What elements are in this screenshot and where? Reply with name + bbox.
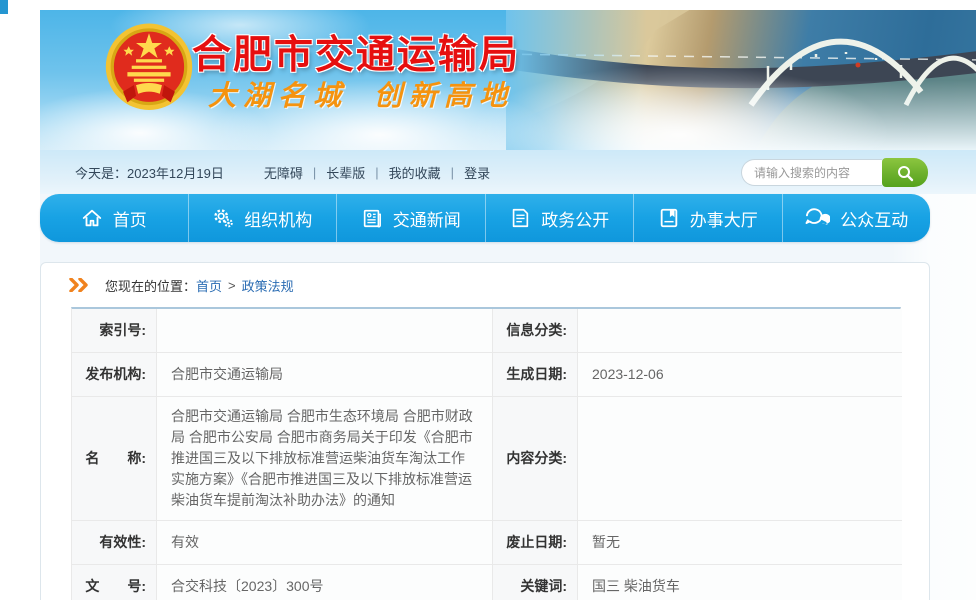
site-title: 合肥市交通运输局: [192, 24, 520, 80]
field-value-title: 合肥市交通运输局 合肥市生态环境局 合肥市财政局 合肥市公安局 合肥市商务局关于…: [157, 397, 493, 521]
newspaper-icon: [361, 207, 383, 229]
breadcrumb-link-policy[interactable]: 政策法规: [242, 276, 294, 295]
field-value-info-category: [578, 309, 902, 353]
breadcrumb-link-home[interactable]: 首页: [196, 276, 222, 295]
field-label-title: 名 称:: [72, 397, 157, 521]
field-label-document-number: 文 号:: [72, 565, 157, 600]
gears-icon: [212, 207, 234, 229]
field-label-content-category: 内容分类:: [493, 397, 578, 521]
nav-label: 办事大厅: [690, 206, 758, 231]
field-label-validity: 有效性:: [72, 521, 157, 565]
search-button[interactable]: [882, 158, 928, 187]
nav-item-news[interactable]: 交通新闻: [336, 194, 485, 242]
nav-item-service-hall[interactable]: 办事大厅: [633, 194, 782, 242]
search-input[interactable]: [741, 159, 882, 186]
nav-label: 政务公开: [541, 206, 609, 231]
field-value-validity: 有效: [157, 521, 493, 565]
nav-item-public-interaction[interactable]: 公众互动: [782, 194, 931, 242]
service-hall-icon: [658, 207, 680, 229]
elder-version-link[interactable]: 长辈版: [326, 163, 365, 182]
national-emblem-icon: [95, 16, 203, 124]
field-label-keywords: 关键词:: [493, 565, 578, 600]
site-banner: 合肥市交通运输局 大湖名城创新高地: [40, 10, 976, 150]
nav-item-organization[interactable]: 组织机构: [188, 194, 337, 242]
breadcrumb: 您现在的位置： 首页 > 政策法规: [41, 263, 929, 307]
field-value-repeal-date: 暂无: [578, 521, 902, 565]
main-nav: 首页 组织机构 交通新闻 政务公开 办事大厅: [40, 194, 930, 242]
field-value-index-number: [157, 309, 493, 353]
breadcrumb-prefix: 您现在的位置：: [105, 276, 196, 295]
link-separator: |: [313, 165, 316, 180]
field-label-issuing-agency: 发布机构:: [72, 353, 157, 397]
site-slogan: 大湖名城创新高地: [208, 74, 514, 114]
slogan-right: 创新高地: [374, 79, 514, 112]
nav-label: 公众互动: [840, 206, 908, 231]
home-icon: [81, 207, 103, 229]
corner-notch: [0, 0, 8, 14]
field-value-keywords: 国三 柴油货车: [578, 565, 902, 600]
quicklinks: 无障碍 | 长辈版 | 我的收藏 | 登录: [264, 163, 490, 182]
searchbox: [741, 158, 928, 187]
document-icon: [509, 207, 531, 229]
breadcrumb-separator: >: [228, 278, 236, 293]
link-separator: |: [451, 165, 454, 180]
field-label-info-category: 信息分类:: [493, 309, 578, 353]
field-value-content-category: [578, 397, 902, 521]
nav-label: 组织机构: [244, 206, 312, 231]
field-label-index-number: 索引号:: [72, 309, 157, 353]
slogan-left: 大湖名城: [208, 79, 348, 112]
breadcrumb-arrows-icon: [69, 278, 91, 292]
current-date: 今天是：2023年12月19日: [75, 163, 224, 182]
info-table: 索引号: 信息分类: 发布机构: 合肥市交通运输局 生成日期: 2023-12-…: [71, 307, 901, 600]
link-separator: |: [375, 165, 378, 180]
nav-label: 首页: [113, 206, 147, 231]
field-value-issuing-agency: 合肥市交通运输局: [157, 353, 493, 397]
nav-item-home[interactable]: 首页: [40, 194, 188, 242]
search-icon: [896, 164, 914, 182]
nav-label: 交通新闻: [393, 206, 461, 231]
topbar: 今天是：2023年12月19日 无障碍 | 长辈版 | 我的收藏 | 登录: [40, 150, 976, 194]
field-label-generation-date: 生成日期:: [493, 353, 578, 397]
accessibility-link[interactable]: 无障碍: [264, 163, 303, 182]
nav-item-gov-info[interactable]: 政务公开: [485, 194, 634, 242]
field-value-document-number: 合交科技〔2023〕300号: [157, 565, 493, 600]
login-link[interactable]: 登录: [464, 163, 490, 182]
favorites-link[interactable]: 我的收藏: [389, 163, 441, 182]
chat-icon: [804, 207, 830, 229]
field-label-repeal-date: 废止日期:: [493, 521, 578, 565]
content-box: 您现在的位置： 首页 > 政策法规 索引号: 信息分类: 发布机构: 合肥市交通…: [40, 262, 930, 600]
field-value-generation-date: 2023-12-06: [578, 353, 902, 397]
page: 合肥市交通运输局 大湖名城创新高地 今天是：2023年12月19日 无障碍 | …: [0, 0, 976, 600]
